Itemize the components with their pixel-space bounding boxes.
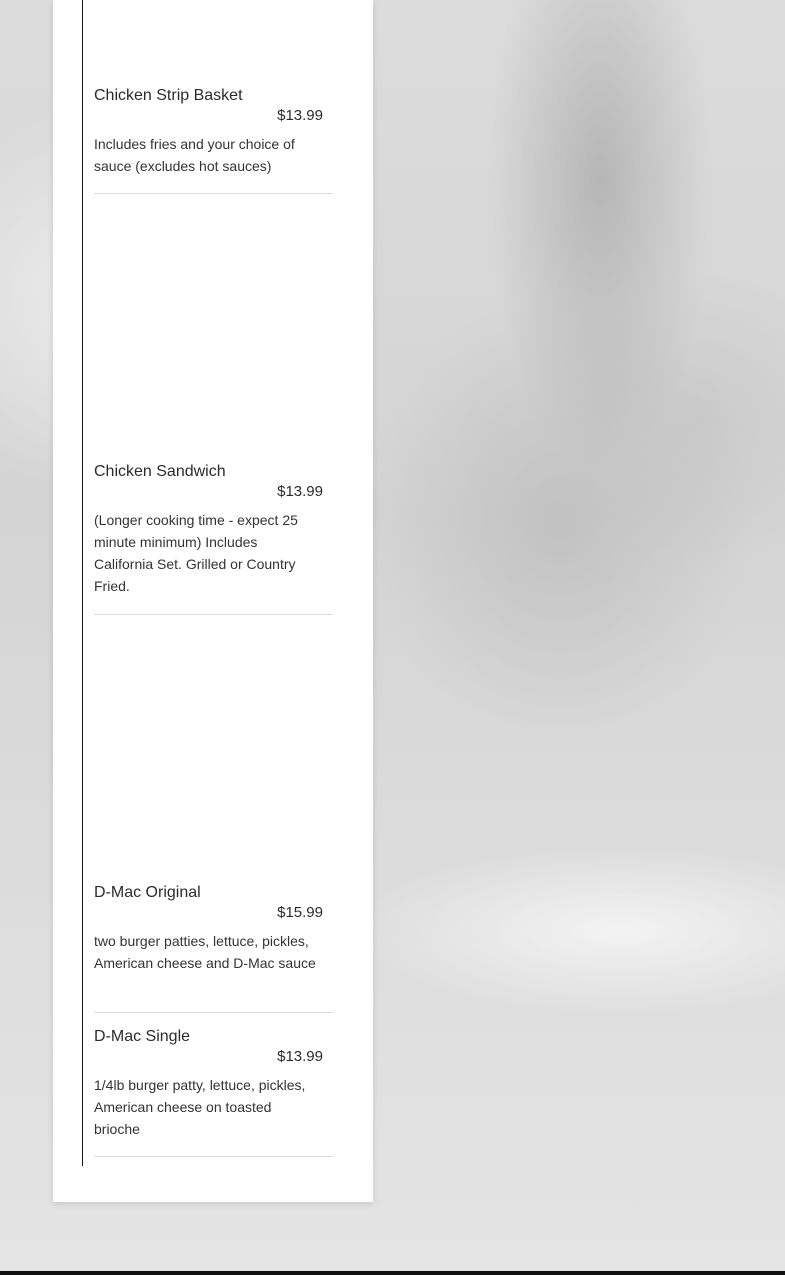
menu-item-name: D-Mac Single (94, 1028, 191, 1045)
menu-item-name: D-Mac Original (94, 884, 201, 901)
menu-panel (53, 0, 373, 1202)
menu-item-description: two burger patties, lettuce, pickles, Am… (94, 933, 316, 971)
menu-section-rule (82, 0, 83, 1166)
menu-item-price: $13.99 (277, 1048, 323, 1065)
menu-item-price: $13.99 (277, 107, 323, 124)
menu-item-divider (94, 1156, 333, 1157)
menu-item-description: (Longer cooking time - expect 25 minute … (94, 512, 298, 594)
menu-item-name: Chicken Sandwich (94, 463, 226, 480)
menu-item-name: Chicken Strip Basket (94, 87, 243, 104)
menu-item-description: 1/4lb burger patty, lettuce, pickles, Am… (94, 1077, 306, 1137)
menu-item-divider (94, 1012, 333, 1013)
menu-item-divider (94, 614, 333, 615)
menu-item-description: Includes fries and your choice of sauce … (94, 136, 295, 174)
menu-item-price: $13.99 (277, 483, 323, 500)
menu-item-price: $15.99 (277, 904, 323, 921)
bottom-edge-bar (0, 1271, 785, 1275)
menu-item-divider (94, 193, 333, 194)
